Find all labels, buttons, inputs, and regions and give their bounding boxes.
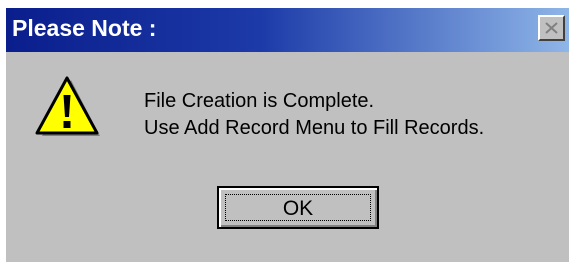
- title-bar[interactable]: Please Note :: [6, 8, 569, 52]
- dialog-title: Please Note :: [12, 15, 157, 41]
- warning-icon: [35, 76, 100, 136]
- message-line-2: Use Add Record Menu to Fill Records.: [144, 117, 485, 139]
- ok-button[interactable]: OK: [217, 186, 379, 229]
- ok-button-label: OK: [282, 197, 314, 220]
- dialog-window: Please Note : File Creation is Complete.…: [6, 8, 569, 262]
- message-text: File Creation is Complete. Use Add Recor…: [144, 88, 484, 142]
- close-icon: [545, 22, 558, 34]
- close-button[interactable]: [538, 15, 565, 41]
- message-line-1: File Creation is Complete.: [144, 90, 375, 112]
